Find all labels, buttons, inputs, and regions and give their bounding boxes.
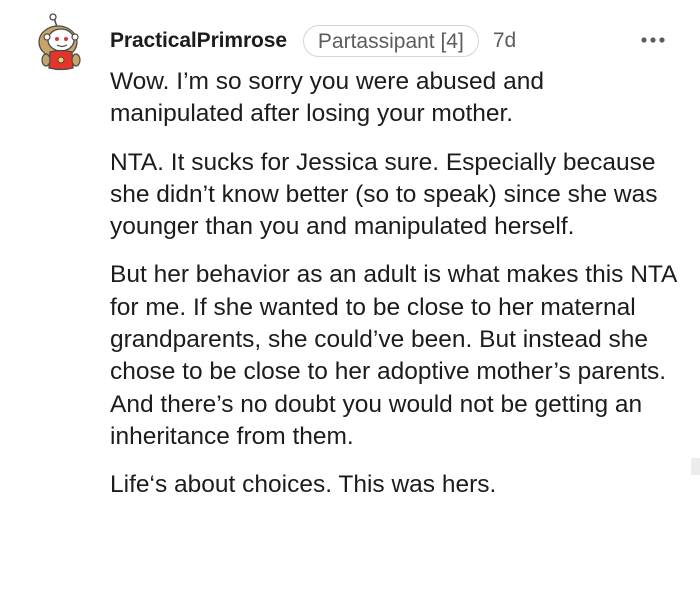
user-flair-badge: Partassipant [4]	[302, 25, 479, 57]
comment-header: PracticalPrimrose Partassipant [4] 7d	[110, 24, 516, 58]
more-options-button[interactable]	[637, 26, 669, 54]
user-avatar-icon[interactable]	[36, 12, 84, 72]
username-link[interactable]: PracticalPrimrose	[110, 29, 287, 53]
comment: PracticalPrimrose Partassipant [4] 7d Wo…	[0, 0, 700, 592]
comment-paragraph: Life‘s about choices. This was hers.	[110, 471, 497, 499]
scrollbar-edge	[691, 458, 700, 475]
more-horizontal-icon	[641, 37, 665, 43]
comment-paragraph: NTA. It sucks for Jessica sure. Especial…	[110, 148, 658, 241]
comment-paragraph: Wow. I’m so sorry you were abused and ma…	[110, 68, 544, 128]
comment-body: Wow. I’m so sorry you were abused and ma…	[110, 66, 680, 518]
comment-paragraph: But her behavior as an adult is what mak…	[110, 261, 677, 450]
comment-age[interactable]: 7d	[493, 29, 516, 53]
snoo-avatar-icon	[38, 13, 81, 71]
